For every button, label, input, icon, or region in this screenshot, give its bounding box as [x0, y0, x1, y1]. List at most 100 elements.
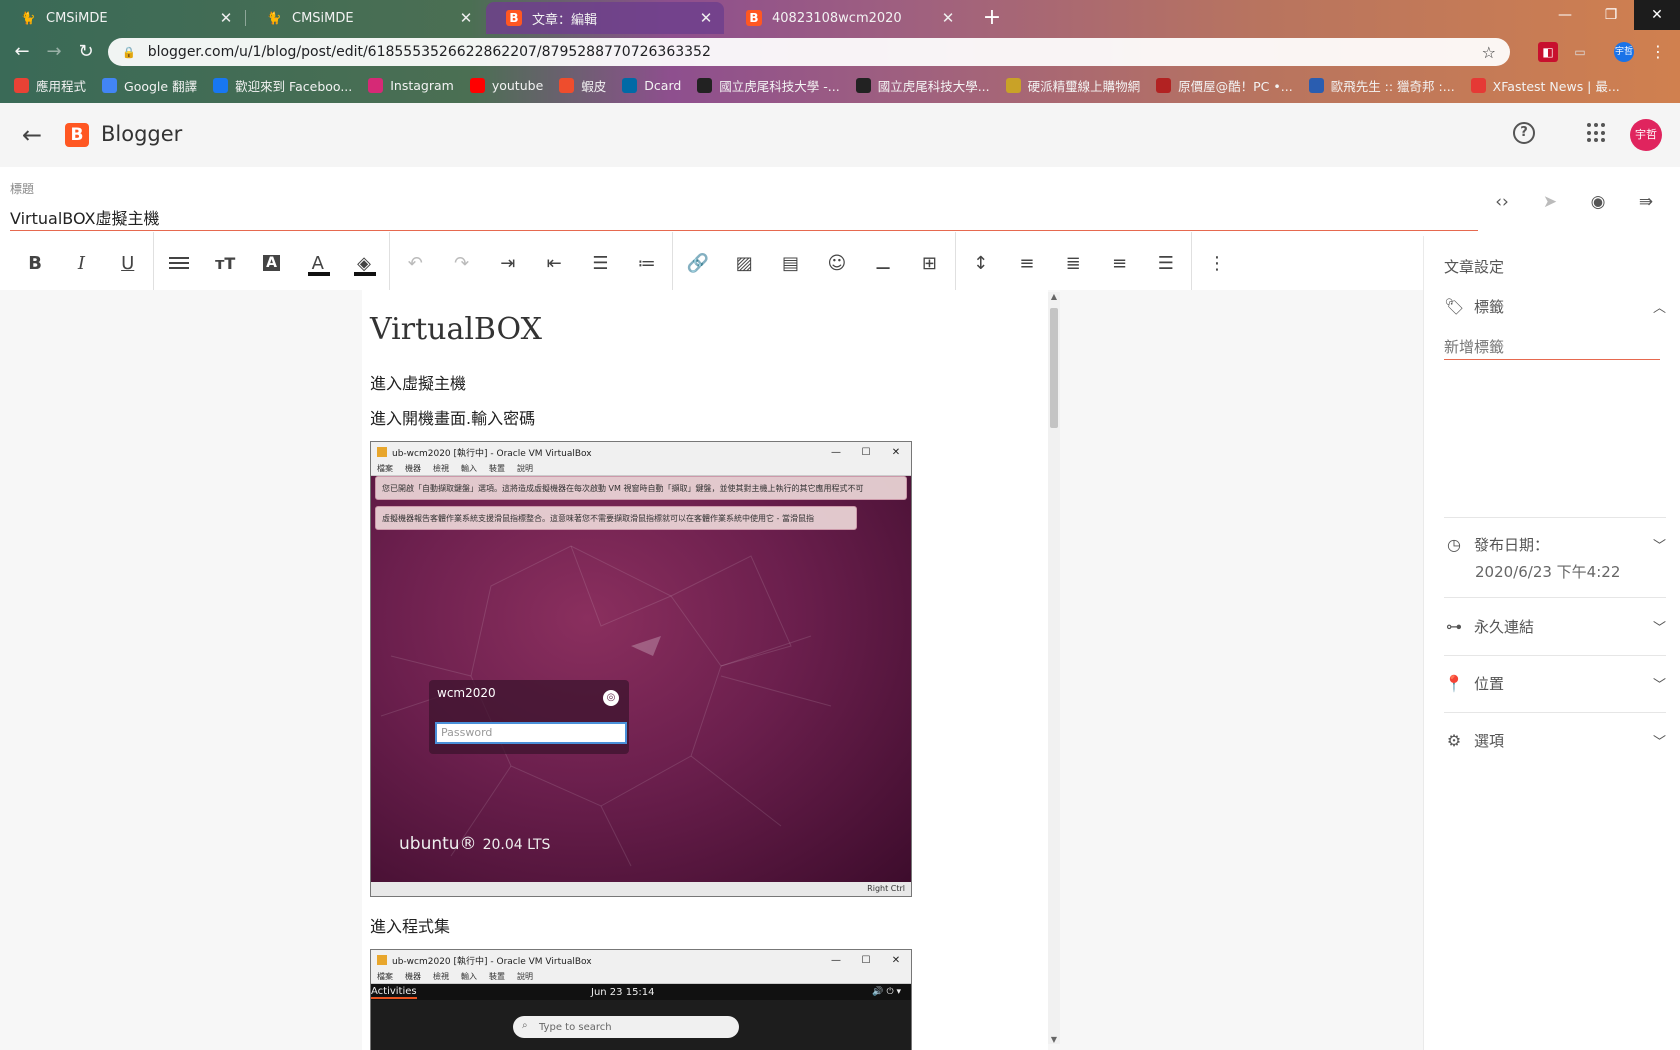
close-window-icon[interactable]: ✕: [1634, 0, 1680, 30]
tab-cmsimde-2[interactable]: 🐈 CMSiMDE ✕: [246, 2, 484, 34]
insert-jump-break-icon[interactable]: ⚊: [860, 246, 906, 280]
bookmark-star-icon[interactable]: ☆: [1482, 43, 1496, 62]
browser-menu-icon[interactable]: ⋮: [1648, 42, 1668, 62]
close-tab-icon[interactable]: ✕: [458, 9, 474, 27]
post-title-input[interactable]: [10, 203, 1478, 231]
post-paragraph[interactable]: 進入程式集: [370, 913, 450, 937]
reload-icon[interactable]: ↻: [74, 40, 98, 64]
minimize-window-icon[interactable]: —: [1542, 0, 1588, 30]
insert-table-icon[interactable]: ⊞: [906, 246, 952, 280]
labels-section[interactable]: 🏷 標籤 ︿: [1444, 296, 1666, 317]
account-avatar[interactable]: 宇哲: [1630, 119, 1662, 151]
tab-cmsimde-1[interactable]: 🐈 CMSiMDE ✕: [0, 2, 244, 34]
chevron-down-icon[interactable]: ﹀: [1653, 617, 1666, 636]
outdent-icon[interactable]: ⇤: [531, 246, 577, 280]
justify-icon[interactable]: ☰: [1143, 246, 1189, 280]
permalink-section[interactable]: ⊶ 永久連結 ﹀: [1444, 616, 1666, 637]
address-bar[interactable]: 🔒 blogger.com/u/1/blog/post/edit/6185553…: [108, 38, 1510, 66]
url-text[interactable]: blogger.com/u/1/blog/post/edit/618555352…: [148, 44, 1482, 60]
extension-icon[interactable]: ▭: [1570, 42, 1590, 62]
tab-post-edit[interactable]: B 文章：編輯 ✕: [486, 2, 724, 34]
align-right-icon[interactable]: ≡: [1096, 246, 1142, 280]
publish-date-section[interactable]: ◷ 發布日期： ﹀: [1444, 534, 1666, 555]
numbered-list-icon[interactable]: ≔: [624, 246, 670, 280]
italic-icon[interactable]: I: [58, 246, 104, 280]
font-size-icon[interactable]: тT: [202, 246, 248, 280]
vm-login-screenshot[interactable]: ub-wcm2020 [執行中] - Oracle VM VirtualBox …: [370, 441, 912, 897]
chevron-down-icon[interactable]: ﹀: [1653, 535, 1666, 554]
bookmark-item[interactable]: 蝦皮: [559, 76, 606, 95]
chevron-up-icon[interactable]: ︿: [1653, 297, 1666, 316]
bookmark-item[interactable]: 硬派精璽線上購物網: [1005, 76, 1140, 95]
line-spacing-icon[interactable]: ↕: [958, 246, 1004, 280]
ubuntu-logo: ubuntu® 20.04 LTS: [399, 834, 550, 854]
editor-scrollbar[interactable]: ▲ ▼: [1048, 292, 1060, 1044]
scroll-thumb[interactable]: [1050, 308, 1058, 428]
post-paragraph[interactable]: 進入虛擬主機: [370, 370, 466, 394]
post-paragraph[interactable]: 進入開機畫面.輸入密碼: [370, 405, 535, 429]
close-tab-icon[interactable]: ✕: [940, 9, 956, 27]
cat-wallpaper-lines: [380, 545, 832, 867]
strikethrough-icon[interactable]: [156, 246, 202, 280]
bookmark-item[interactable]: 原價屋@酷！PC •...: [1156, 76, 1293, 95]
insert-emoji-icon[interactable]: ☺: [814, 246, 860, 280]
add-label-input[interactable]: [1444, 334, 1660, 360]
post-heading[interactable]: VirtualBOX: [370, 312, 542, 347]
bookmark-item[interactable]: 歡迎來到 Faceboo...: [213, 76, 352, 95]
publish-send-icon[interactable]: ➤: [1537, 189, 1563, 215]
html-view-icon[interactable]: ‹›: [1489, 189, 1515, 215]
help-icon[interactable]: ?: [1513, 122, 1535, 144]
location-section[interactable]: 📍 位置 ﹀: [1444, 673, 1666, 694]
scroll-down-icon[interactable]: ▼: [1048, 1035, 1060, 1044]
bookmark-item[interactable]: 應用程式: [14, 76, 86, 95]
bulleted-list-icon[interactable]: ☰: [577, 246, 623, 280]
cat-favicon-icon: 🐈: [266, 11, 282, 25]
bookmark-item[interactable]: 國立虎尾科技大學 -...: [697, 76, 840, 95]
text-color-icon[interactable]: A: [295, 246, 341, 280]
preview-eye-icon[interactable]: ◉: [1585, 189, 1611, 215]
bold-icon[interactable]: B: [12, 246, 58, 280]
forward-icon[interactable]: →: [42, 40, 66, 64]
pocket-extension-icon[interactable]: ◧: [1538, 42, 1558, 62]
close-tab-icon[interactable]: ✕: [698, 9, 714, 27]
bookmark-item[interactable]: 國立虎尾科技大學...: [855, 76, 990, 95]
schedule-send-icon[interactable]: ⇛: [1633, 189, 1659, 215]
chevron-down-icon[interactable]: ﹀: [1653, 674, 1666, 693]
vm-activities-screenshot[interactable]: ub-wcm2020 [執行中] - Oracle VM VirtualBox …: [370, 949, 912, 1050]
text-format-icon[interactable]: A: [248, 246, 294, 280]
bookmark-item[interactable]: 歐飛先生 :: 獵奇邦 :...: [1308, 76, 1455, 95]
bookmark-item[interactable]: XFastest News | 最...: [1470, 76, 1620, 95]
tab-title: 40823108wcm2020: [772, 10, 902, 26]
highlight-color-icon[interactable]: ◈: [341, 246, 387, 280]
password-field: Password: [435, 722, 627, 744]
tab-wcm2020[interactable]: B 40823108wcm2020 ✕: [726, 2, 966, 34]
align-center-icon[interactable]: ≣: [1050, 246, 1096, 280]
redo-icon[interactable]: ↷: [438, 246, 484, 280]
insert-image-icon[interactable]: ▨: [721, 246, 767, 280]
new-tab-button[interactable]: +: [978, 4, 1006, 32]
apps-grid-icon[interactable]: [1587, 123, 1607, 143]
insert-link-icon[interactable]: 🔗: [675, 246, 721, 280]
bookmark-item[interactable]: youtube: [469, 77, 543, 93]
back-arrow-icon[interactable]: ←: [22, 121, 42, 149]
undo-icon[interactable]: ↶: [392, 246, 438, 280]
bookmark-favicon-icon: [622, 77, 638, 93]
indent-icon[interactable]: ⇥: [485, 246, 531, 280]
post-editor[interactable]: VirtualBOX 進入虛擬主機 進入開機畫面.輸入密碼 ub-wcm2020…: [362, 290, 1048, 1050]
bookmark-item[interactable]: Dcard: [622, 77, 681, 93]
options-section[interactable]: ⚙ 選項 ﹀: [1444, 730, 1666, 751]
back-icon[interactable]: ←: [10, 40, 34, 64]
close-tab-icon[interactable]: ✕: [218, 9, 234, 27]
bookmark-item[interactable]: Instagram: [368, 77, 454, 93]
bookmark-item[interactable]: Google 翻譯: [102, 76, 197, 95]
insert-video-icon[interactable]: ▤: [767, 246, 813, 280]
align-left-icon[interactable]: ≡: [1004, 246, 1050, 280]
underline-icon[interactable]: U: [105, 246, 151, 280]
profile-avatar[interactable]: 宇哲: [1614, 42, 1634, 62]
scroll-up-icon[interactable]: ▲: [1048, 292, 1060, 301]
chevron-down-icon[interactable]: ﹀: [1653, 731, 1666, 750]
bookmark-favicon-icon: [1308, 77, 1324, 93]
vm-menu-item: 檢視: [433, 972, 449, 981]
restore-window-icon[interactable]: ❐: [1588, 0, 1634, 30]
more-options-icon[interactable]: ⋮: [1194, 246, 1240, 280]
